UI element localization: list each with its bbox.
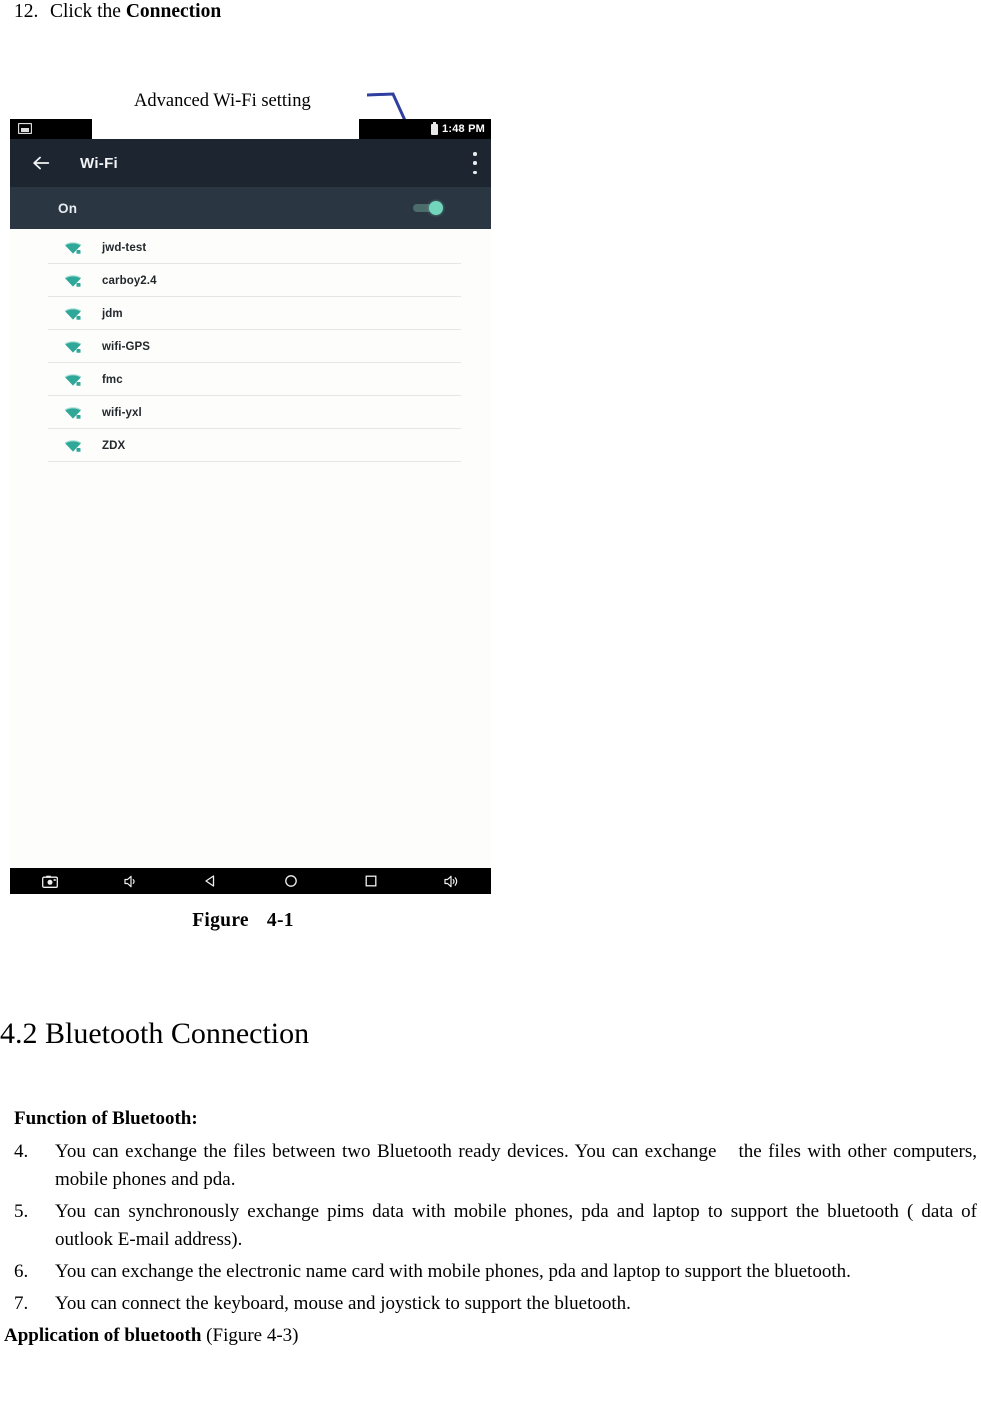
list-item: 6. You can exchange the electronic name c… xyxy=(0,1258,981,1286)
status-bar-time: 1:48 PM xyxy=(442,123,485,135)
step-instruction: 12. Click the Connection xyxy=(14,0,221,24)
screenshot-camera-icon[interactable] xyxy=(10,868,90,894)
app-bar-title: Wi-Fi xyxy=(80,154,119,172)
battery-icon xyxy=(431,121,439,135)
list-item[interactable]: carboy2.4 xyxy=(10,264,491,297)
item-text: You can connect the keyboard, mouse and … xyxy=(55,1293,631,1314)
list-item[interactable]: jdm xyxy=(10,297,491,330)
switch-knob xyxy=(429,201,443,215)
wifi-secured-icon xyxy=(64,340,82,353)
wifi-secured-icon xyxy=(64,307,82,320)
item-number: 6. xyxy=(14,1261,29,1282)
back-triangle-icon[interactable] xyxy=(170,868,250,894)
list-item[interactable]: jwd-test xyxy=(10,231,491,264)
list-divider xyxy=(48,461,461,462)
list-item[interactable]: wifi-yxl xyxy=(10,396,491,429)
wifi-secured-icon xyxy=(64,274,82,287)
item-number: 5. xyxy=(14,1201,29,1222)
wifi-secured-icon xyxy=(64,241,82,254)
figure-number: 4-1 xyxy=(266,910,294,931)
step-number: 12. xyxy=(14,1,39,22)
callout-label: Advanced Wi-Fi setting xyxy=(134,91,311,111)
list-item: 7. You can connect the keyboard, mouse an… xyxy=(0,1290,981,1318)
back-arrow-icon[interactable] xyxy=(30,152,52,174)
list-item: 4. You can exchange the files between two… xyxy=(0,1138,981,1194)
status-bar-notch xyxy=(92,119,359,139)
network-name: wifi-GPS xyxy=(102,340,151,353)
network-name: jwd-test xyxy=(102,241,147,254)
recents-square-icon[interactable] xyxy=(331,868,411,894)
item-text: You can synchronously exchange pims data… xyxy=(55,1201,977,1250)
item-number: 7. xyxy=(14,1293,29,1314)
item-text: You can exchange the files between two B… xyxy=(55,1141,717,1162)
android-nav-bar xyxy=(10,868,491,894)
item-text: You can exchange the electronic name car… xyxy=(55,1261,851,1282)
wifi-secured-icon xyxy=(64,439,82,452)
body-content: Function of Bluetooth: 4. You can exchang… xyxy=(0,1108,981,1350)
wifi-secured-icon xyxy=(64,373,82,386)
overflow-menu-icon[interactable] xyxy=(473,152,477,174)
network-name: fmc xyxy=(102,373,123,386)
volume-up-icon[interactable] xyxy=(411,868,491,894)
screenshot-icon xyxy=(18,123,32,134)
wifi-toggle-label: On xyxy=(58,200,78,216)
home-circle-icon[interactable] xyxy=(251,868,331,894)
app-bar: Wi-Fi xyxy=(10,139,491,187)
network-name: carboy2.4 xyxy=(102,274,157,287)
list-item[interactable]: ZDX xyxy=(10,429,491,462)
device-screenshot: 1:48 PM Wi-Fi On jwd-test carboy2.4 jdm … xyxy=(10,119,491,894)
application-bold: Application of bluetooth xyxy=(4,1325,202,1346)
step-text: Click the xyxy=(50,1,126,22)
volume-down-icon[interactable] xyxy=(90,868,170,894)
item-number: 4. xyxy=(14,1141,29,1162)
wifi-toggle-switch[interactable] xyxy=(413,201,443,215)
network-name: wifi-yxl xyxy=(102,406,142,419)
figure-caption: Figure 4-1 xyxy=(0,910,486,932)
list-item[interactable]: wifi-GPS xyxy=(10,330,491,363)
figure-label: Figure xyxy=(192,910,249,931)
status-bar: 1:48 PM xyxy=(10,119,491,139)
list-item[interactable]: fmc xyxy=(10,363,491,396)
list-item: 5. You can synchronously exchange pims da… xyxy=(0,1198,981,1254)
step-text-bold: Connection xyxy=(125,1,222,22)
section-heading: 4.2 Bluetooth Connection xyxy=(0,1017,310,1050)
wifi-network-list: jwd-test carboy2.4 jdm wifi-GPS fmc wifi… xyxy=(10,229,491,861)
application-of-bluetooth-line: Application of bluetooth (Figure 4-3) xyxy=(0,1322,981,1350)
network-name: jdm xyxy=(102,307,123,320)
application-rest: (Figure 4-3) xyxy=(201,1325,299,1346)
wifi-secured-icon xyxy=(64,406,82,419)
function-of-bluetooth-title: Function of Bluetooth: xyxy=(14,1108,198,1129)
wifi-toggle-row[interactable]: On xyxy=(10,187,491,229)
network-name: ZDX xyxy=(102,439,126,452)
